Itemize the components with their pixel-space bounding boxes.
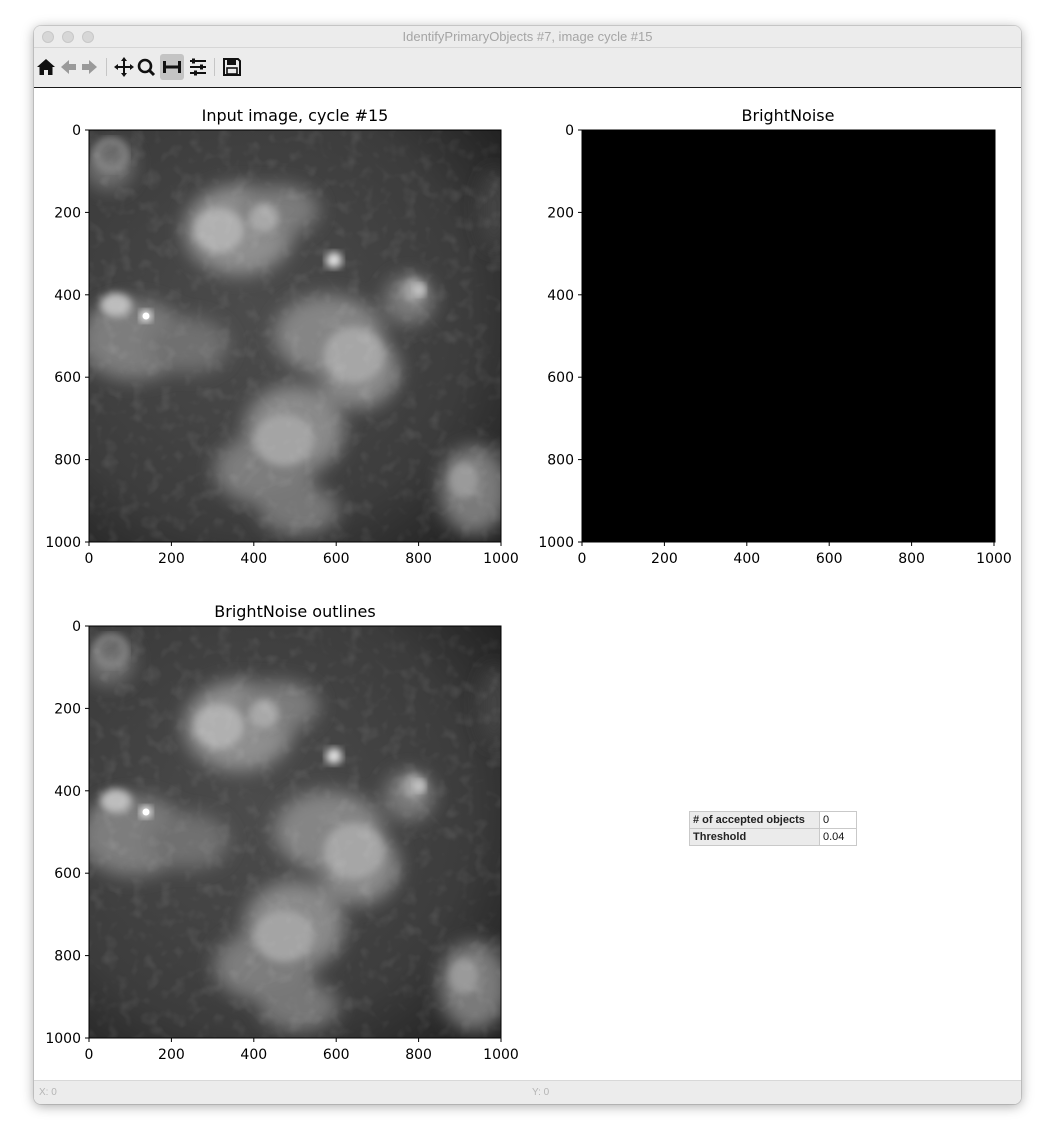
configure-subplots-icon [190, 58, 206, 76]
brightnoise-image [581, 129, 996, 543]
y-tick-label: 1000 [45, 1031, 81, 1047]
toolbar-separator [106, 58, 107, 76]
x-tick-label: 0 [85, 551, 94, 567]
y-tick-label: 0 [72, 123, 81, 139]
configure-subplots-button[interactable] [186, 54, 210, 80]
panel-title-input-image: Input image, cycle #15 [202, 106, 389, 125]
stats-value: 0.04 [819, 828, 857, 846]
x-tick-label: 800 [898, 551, 925, 567]
x-tick-label: 200 [158, 1047, 185, 1063]
panel-title-brightnoise: BrightNoise [742, 106, 835, 125]
x-tick-label: 1000 [483, 1047, 519, 1063]
y-axis-ticks: 0 200 400 600 800 1000 [45, 123, 89, 551]
y-tick-label: 600 [547, 370, 574, 386]
save-icon [223, 58, 241, 76]
outlines-image [79, 626, 509, 1038]
panel-brightnoise: BrightNoise 0 200 400 600 800 1000 0 200 400 600… [538, 106, 1011, 567]
x-tick-label: 400 [733, 551, 760, 567]
status-y-readout: Y: 0 [532, 1087, 550, 1098]
x-tick-label: 1000 [483, 551, 519, 567]
panel-brightnoise-outlines: BrightNoise outlines 0 200 400 600 800 1000 0… [45, 602, 518, 1063]
y-tick-label: 200 [54, 701, 81, 717]
toolbar-separator [214, 58, 215, 76]
stats-label: Threshold [689, 828, 820, 846]
measure-button[interactable] [160, 54, 184, 80]
status-x-readout: X: 0 [39, 1087, 57, 1098]
pan-icon [114, 57, 134, 77]
x-tick-label: 800 [405, 551, 432, 567]
input-image [79, 130, 509, 542]
x-tick-label: 0 [85, 1047, 94, 1063]
x-tick-label: 0 [578, 551, 587, 567]
x-tick-label: 200 [158, 551, 185, 567]
home-icon [37, 59, 55, 75]
x-axis-ticks: 0 200 400 600 800 1000 [85, 542, 519, 567]
save-button[interactable] [220, 54, 244, 80]
stats-value: 0 [819, 811, 857, 829]
x-tick-label: 800 [405, 1047, 432, 1063]
x-tick-label: 400 [240, 551, 267, 567]
y-tick-label: 200 [54, 205, 81, 221]
forward-icon [82, 60, 97, 74]
y-tick-label: 1000 [538, 535, 574, 551]
plot-window: IdentifyPrimaryObjects #7, image cycle #… [34, 26, 1021, 1104]
x-axis-ticks: 0 200 400 600 800 1000 [578, 542, 1012, 567]
y-tick-label: 200 [547, 205, 574, 221]
figure-canvas[interactable]: Input image, cycle #15 0 200 400 600 800 1000… [34, 88, 1021, 1080]
figure-svg: Input image, cycle #15 0 200 400 600 800 1000… [45, 106, 1011, 1063]
y-tick-label: 400 [54, 288, 81, 304]
navigation-toolbar [34, 48, 1021, 88]
y-tick-label: 400 [547, 288, 574, 304]
x-tick-label: 200 [651, 551, 678, 567]
y-tick-label: 0 [565, 123, 574, 139]
y-tick-label: 800 [547, 453, 574, 469]
title-bar[interactable]: IdentifyPrimaryObjects #7, image cycle #… [34, 26, 1021, 48]
stats-row: # of accepted objects 0 [689, 811, 857, 829]
measure-icon [163, 61, 181, 73]
window-title: IdentifyPrimaryObjects #7, image cycle #… [402, 29, 653, 44]
y-tick-label: 400 [54, 784, 81, 800]
y-axis-ticks: 0 200 400 600 800 1000 [45, 619, 89, 1047]
stats-table: # of accepted objects 0 Threshold 0.04 [689, 811, 857, 846]
x-tick-label: 600 [323, 551, 350, 567]
y-axis-ticks: 0 200 400 600 800 1000 [538, 123, 582, 551]
pan-button[interactable] [112, 54, 136, 80]
y-tick-label: 600 [54, 370, 81, 386]
forward-button[interactable] [78, 54, 102, 80]
back-button[interactable] [56, 54, 80, 80]
status-bar: X: 0 Y: 0 [34, 1080, 1021, 1104]
zoom-icon [137, 58, 156, 77]
x-tick-label: 600 [816, 551, 843, 567]
zoom-button[interactable] [134, 54, 158, 80]
home-button[interactable] [34, 54, 58, 80]
stats-label: # of accepted objects [689, 811, 820, 829]
back-icon [61, 60, 76, 74]
y-tick-label: 800 [54, 949, 81, 965]
y-tick-label: 600 [54, 866, 81, 882]
y-tick-label: 1000 [45, 535, 81, 551]
y-tick-label: 800 [54, 453, 81, 469]
x-tick-label: 400 [240, 1047, 267, 1063]
y-tick-label: 0 [72, 619, 81, 635]
x-tick-label: 1000 [976, 551, 1012, 567]
x-axis-ticks: 0 200 400 600 800 1000 [85, 1038, 519, 1063]
panel-input-image: Input image, cycle #15 0 200 400 600 800 1000… [45, 106, 518, 567]
panel-title-brightnoise-outlines: BrightNoise outlines [214, 602, 375, 621]
stats-row: Threshold 0.04 [689, 828, 857, 846]
x-tick-label: 600 [323, 1047, 350, 1063]
